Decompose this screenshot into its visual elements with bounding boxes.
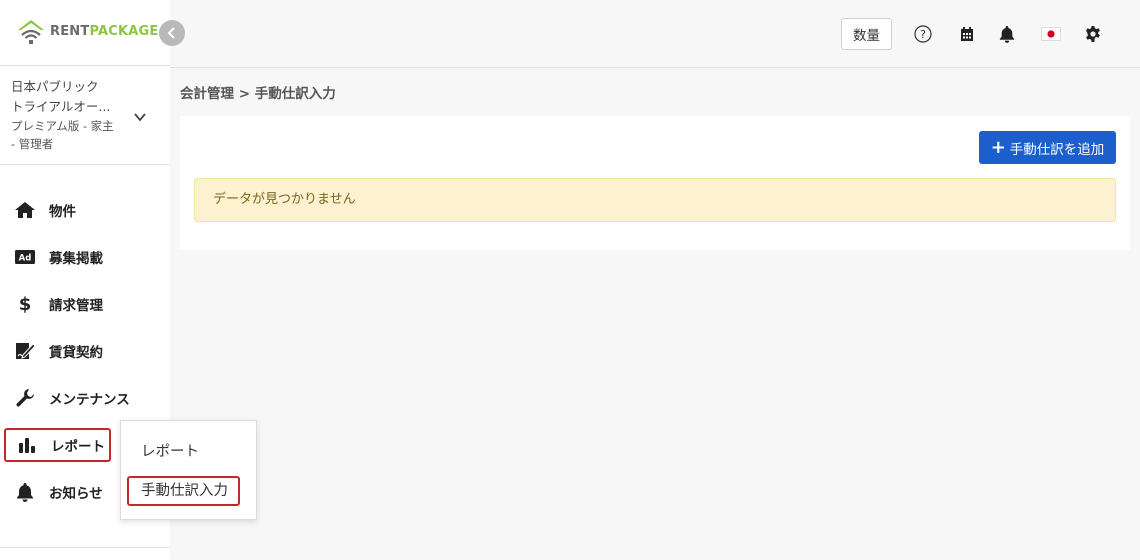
- sidebar-item-report[interactable]: レポート: [4, 428, 111, 462]
- add-button-label: 手動仕訳を追加: [1009, 141, 1105, 158]
- bar-chart-icon: [16, 434, 38, 456]
- svg-text:Ad: Ad: [19, 254, 32, 264]
- ad-icon: Ad: [14, 246, 36, 268]
- quantity-button[interactable]: 数量: [841, 18, 892, 50]
- account-switcher[interactable]: 日本パブリック トライアルオー... プレミアム版 - 家主 - 管理者: [0, 66, 170, 165]
- top-header: 数量 ?: [170, 0, 1140, 68]
- account-plan: プレミアム版 - 家主: [11, 119, 114, 133]
- submenu-item-manual-journal[interactable]: 手動仕訳入力: [127, 476, 240, 506]
- brand-rent: RENT: [50, 24, 90, 39]
- wrench-icon: [14, 387, 36, 409]
- breadcrumb: 会計管理 > 手動仕訳入力: [180, 86, 336, 102]
- sidebar-divider: [0, 547, 170, 548]
- account-name: トライアルオー...: [11, 99, 111, 114]
- contract-sign-icon: [14, 340, 36, 362]
- chevron-down-icon[interactable]: [133, 110, 147, 124]
- bell-icon: [14, 481, 36, 503]
- brand-logo-text: RENTPACKAGE: [50, 24, 158, 39]
- rentpackage-logo-icon: [18, 20, 44, 44]
- sidebar-item-listing[interactable]: Ad 募集掲載: [4, 239, 164, 275]
- logo-area: RENTPACKAGE: [0, 0, 170, 66]
- japan-flag-icon[interactable]: [1041, 24, 1061, 44]
- plus-icon: +: [990, 136, 1006, 158]
- empty-data-alert: データが見つかりません: [194, 178, 1116, 222]
- sidebar-item-billing[interactable]: $ 請求管理: [4, 286, 164, 322]
- sidebar-item-label: 募集掲載: [49, 251, 103, 267]
- sidebar-item-label: 物件: [49, 204, 76, 220]
- bell-icon[interactable]: [997, 24, 1017, 44]
- svg-text:?: ?: [920, 28, 926, 41]
- sidebar-item-lease[interactable]: 賃貸契約: [4, 333, 164, 369]
- gear-icon[interactable]: [1083, 24, 1103, 44]
- account-role: - 管理者: [11, 137, 54, 151]
- calendar-icon[interactable]: [957, 24, 977, 44]
- help-icon[interactable]: ?: [913, 24, 933, 44]
- sidebar-item-label: 請求管理: [49, 298, 103, 314]
- home-icon: [14, 199, 36, 221]
- journal-panel: + 手動仕訳を追加 データが見つかりません: [180, 116, 1130, 250]
- submenu-item-report[interactable]: レポート: [141, 440, 199, 461]
- sidebar-item-label: メンテナンス: [49, 392, 130, 408]
- sidebar-item-label: レポート: [51, 439, 105, 455]
- sidebar-collapse-button[interactable]: [159, 20, 185, 46]
- account-company: 日本パブリック: [11, 79, 99, 94]
- brand-package: PACKAGE: [89, 24, 159, 39]
- sidebar-item-maintenance[interactable]: メンテナンス: [4, 380, 164, 416]
- add-manual-journal-button[interactable]: + 手動仕訳を追加: [979, 131, 1116, 164]
- sidebar-item-label: お知らせ: [49, 486, 103, 502]
- sidebar-item-label: 賃貸契約: [49, 345, 103, 361]
- chevron-left-icon: [167, 27, 175, 39]
- sidebar-item-property[interactable]: 物件: [4, 192, 164, 228]
- report-submenu: レポート 手動仕訳入力: [120, 420, 257, 520]
- account-info: 日本パブリック トライアルオー... プレミアム版 - 家主 - 管理者: [11, 77, 123, 153]
- dollar-icon: $: [14, 293, 36, 315]
- svg-text:$: $: [19, 294, 32, 314]
